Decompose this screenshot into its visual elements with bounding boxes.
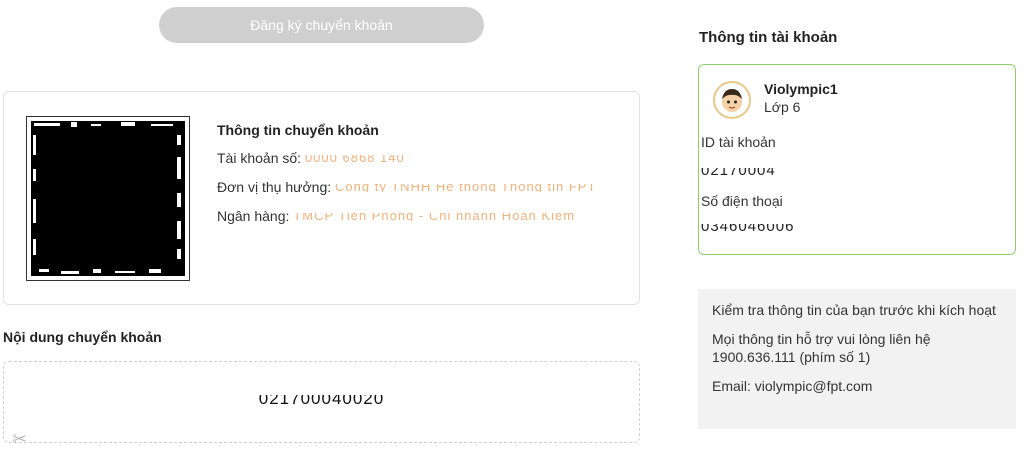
phone-label: Số điện thoại — [701, 193, 783, 209]
scissors-icon: ✂ — [12, 429, 28, 449]
beneficiary-label: Đơn vị thụ hưởng: — [217, 179, 332, 195]
transfer-content-code: 021700040020 — [258, 395, 385, 405]
help-email: Email: violympic@fpt.com — [712, 378, 873, 394]
help-check-info: Kiểm tra thông tin của bạn trước khi kíc… — [712, 302, 996, 318]
bank-label: Ngân hàng: — [217, 208, 290, 224]
account-info-heading: Thông tin tài khoản — [699, 29, 838, 46]
transfer-info-card: Thông tin chuyển khoản Tài khoản số: 000… — [3, 91, 640, 305]
transfer-info-title: Thông tin chuyển khoản — [217, 122, 379, 138]
username: Violympic1 — [764, 81, 838, 97]
avatar-icon — [713, 81, 751, 119]
help-support-contact: Mọi thông tin hỗ trợ vui lòng liên hệ 19… — [712, 331, 931, 365]
account-id-value: 02170004 — [701, 168, 776, 175]
help-box: Kiểm tra thông tin của bạn trước khi kíc… — [698, 289, 1016, 429]
account-number-value: 0000 6868 140 — [304, 155, 405, 164]
transfer-content-box[interactable]: 021700040020 — [3, 361, 640, 443]
beneficiary-row: Đơn vị thụ hưởng: Công ty TNHH Hệ thống … — [217, 179, 596, 195]
phone-value: 0346046006 — [701, 224, 794, 231]
bank-row: Ngân hàng: TMCP Tiên Phong - Chi nhánh H… — [217, 208, 596, 224]
qr-code-pattern — [31, 121, 185, 276]
account-id-label: ID tài khoản — [701, 134, 776, 150]
register-transfer-button[interactable]: Đăng ký chuyển khoản — [159, 7, 484, 43]
bank-value: TMCP Tiên Phong - Chi nhánh Hoàn Kiếm — [293, 213, 576, 222]
account-info-card: Violympic1 Lớp 6 ID tài khoản 02170004 S… — [698, 64, 1016, 255]
grade: Lớp 6 — [764, 99, 801, 115]
beneficiary-value: Công ty TNHH Hệ thống Thông tin FPT — [335, 184, 597, 193]
transfer-details: Thông tin chuyển khoản Tài khoản số: 000… — [217, 122, 596, 237]
account-number-row: Tài khoản số: 0000 6868 140 — [217, 150, 596, 166]
transfer-content-label: Nội dung chuyển khoản — [3, 329, 162, 345]
qr-code — [26, 116, 190, 281]
account-number-label: Tài khoản số: — [217, 150, 302, 166]
